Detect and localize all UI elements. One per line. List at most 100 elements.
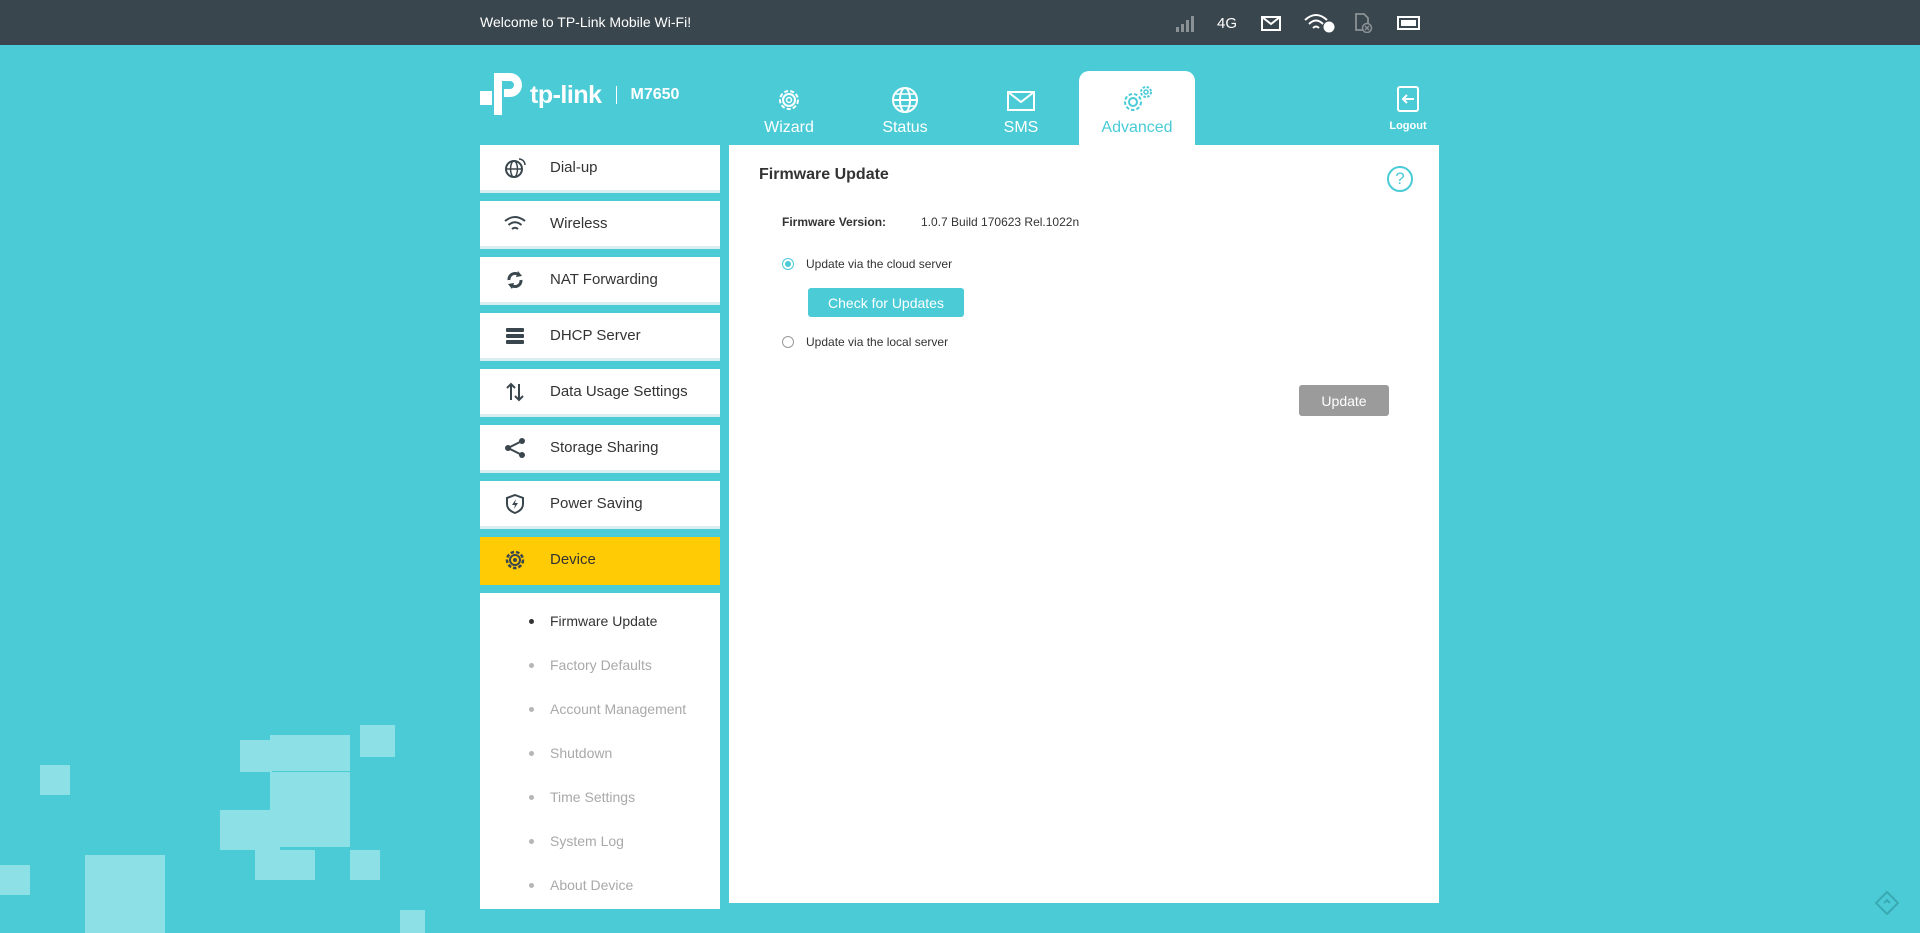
feedback-icon[interactable] <box>1874 890 1900 916</box>
device-submenu: Firmware Update Factory Defaults Account… <box>480 593 720 909</box>
sidebar-item-dhcp-server[interactable]: DHCP Server <box>480 313 720 361</box>
submenu-item-label: Account Management <box>550 701 687 717</box>
bg-decoration <box>85 855 165 933</box>
globe-icon <box>892 87 918 113</box>
bg-decoration <box>220 810 280 850</box>
firmware-version-value: 1.0.7 Build 170623 Rel.1022n <box>921 215 1080 229</box>
bg-decoration <box>240 740 272 772</box>
page-title: Firmware Update <box>759 166 889 183</box>
update-button[interactable]: Update <box>1299 385 1389 416</box>
firmware-version-row: Firmware Version: 1.0.7 Build 170623 Rel… <box>782 215 1079 229</box>
tab-status[interactable]: Status <box>847 71 963 145</box>
logout-button[interactable]: Logout <box>1383 85 1433 132</box>
sidebar: Dial-up Wireless NAT Forwarding DHCP Ser… <box>480 145 720 909</box>
bg-decoration <box>360 725 395 757</box>
help-icon[interactable]: ? <box>1387 166 1413 192</box>
wifi-clients-icon[interactable] <box>1302 13 1336 33</box>
radio-local-server[interactable] <box>782 336 794 348</box>
firmware-version-label: Firmware Version: <box>782 215 887 229</box>
bg-decoration <box>270 772 350 847</box>
bullet-icon <box>529 706 534 712</box>
submenu-item-label: Shutdown <box>550 745 613 761</box>
sidebar-item-nat-forwarding[interactable]: NAT Forwarding <box>480 257 720 305</box>
sidebar-item-label: Device <box>550 551 596 568</box>
sidebar-item-wireless[interactable]: Wireless <box>480 201 720 249</box>
sidebar-item-label: Data Usage Settings <box>550 383 688 400</box>
submenu-item-label: Time Settings <box>550 789 636 805</box>
nat-icon <box>504 269 526 291</box>
logout-icon <box>1397 86 1419 112</box>
tab-sms[interactable]: SMS <box>963 71 1079 145</box>
gear-icon <box>779 90 799 110</box>
sidebar-item-label: Wireless <box>550 215 608 232</box>
bg-decoration <box>255 850 315 880</box>
submenu-item-factory-defaults[interactable]: Factory Defaults <box>480 643 720 687</box>
sidebar-item-label: DHCP Server <box>550 327 641 344</box>
option-local-server[interactable]: Update via the local server <box>782 335 948 349</box>
submenu-item-account-management[interactable]: Account Management <box>480 687 720 731</box>
submenu-item-label: About Device <box>550 877 634 893</box>
sim-card-icon <box>1350 13 1376 33</box>
bg-decoration <box>0 865 30 895</box>
bg-decoration <box>400 910 425 933</box>
gear-icon <box>504 549 526 571</box>
wifi-icon <box>504 213 526 235</box>
sidebar-item-label: NAT Forwarding <box>550 271 658 288</box>
globe-network-icon <box>504 157 526 179</box>
submenu-item-time-settings[interactable]: Time Settings <box>480 775 720 819</box>
option-cloud-label: Update via the cloud server <box>806 257 953 271</box>
tp-link-logo-icon <box>480 73 522 115</box>
data-usage-icon <box>504 381 526 403</box>
bullet-icon <box>529 838 534 844</box>
bg-decoration <box>350 850 380 880</box>
tab-advanced-label: Advanced <box>1101 119 1173 136</box>
sidebar-item-data-usage[interactable]: Data Usage Settings <box>480 369 720 417</box>
submenu-item-system-log[interactable]: System Log <box>480 819 720 863</box>
submenu-item-label: Factory Defaults <box>550 657 652 673</box>
power-saving-icon <box>504 493 526 515</box>
bg-decoration <box>270 735 350 771</box>
option-cloud-server[interactable]: Update via the cloud server <box>782 257 952 271</box>
radio-cloud-server[interactable] <box>782 258 794 270</box>
submenu-item-firmware-update[interactable]: Firmware Update <box>480 599 720 643</box>
top-status-bar: Welcome to TP-Link Mobile Wi-Fi! 4G <box>0 0 1920 45</box>
sidebar-item-power-saving[interactable]: Power Saving <box>480 481 720 529</box>
status-icons: 4G <box>1170 10 1422 36</box>
sidebar-item-label: Storage Sharing <box>550 439 659 456</box>
envelope-icon <box>1007 91 1035 111</box>
tab-advanced[interactable]: Advanced <box>1079 71 1195 145</box>
submenu-item-about-device[interactable]: About Device <box>480 863 720 907</box>
gears-icon <box>1124 86 1152 111</box>
model-name: M7650 <box>630 86 680 103</box>
bg-decoration <box>40 765 70 795</box>
server-icon <box>504 325 526 347</box>
sms-icon[interactable] <box>1258 15 1284 31</box>
tab-status-label: Status <box>882 119 928 136</box>
sidebar-item-label: Power Saving <box>550 495 643 512</box>
sidebar-item-storage-sharing[interactable]: Storage Sharing <box>480 425 720 473</box>
tp-link-logo: tp-link M7650 <box>480 70 679 120</box>
brand-name: tp-link <box>530 80 602 109</box>
bullet-icon <box>529 750 534 756</box>
tab-sms-label: SMS <box>1003 119 1039 136</box>
submenu-item-shutdown[interactable]: Shutdown <box>480 731 720 775</box>
submenu-item-label: Firmware Update <box>550 613 658 629</box>
check-for-updates-button[interactable]: Check for Updates <box>808 288 964 317</box>
network-type-label: 4G <box>1216 14 1237 32</box>
welcome-text: Welcome to TP-Link Mobile Wi-Fi! <box>480 14 692 30</box>
submenu-item-label: System Log <box>550 833 624 849</box>
sidebar-item-label: Dial-up <box>550 159 598 176</box>
logout-label: Logout <box>1389 120 1427 132</box>
bullet-icon <box>529 618 534 624</box>
sidebar-item-device[interactable]: Device <box>480 537 720 585</box>
bullet-icon <box>529 882 534 888</box>
signal-strength-icon <box>1170 14 1200 32</box>
tab-wizard[interactable]: Wizard <box>731 71 847 145</box>
main-nav: Wizard Status SMS Advanced <box>731 71 1195 145</box>
battery-icon <box>1396 15 1422 31</box>
tab-wizard-label: Wizard <box>764 119 814 136</box>
option-local-label: Update via the local server <box>806 335 949 349</box>
bullet-icon <box>529 662 534 668</box>
share-icon <box>504 437 526 459</box>
sidebar-item-dial-up[interactable]: Dial-up <box>480 145 720 193</box>
